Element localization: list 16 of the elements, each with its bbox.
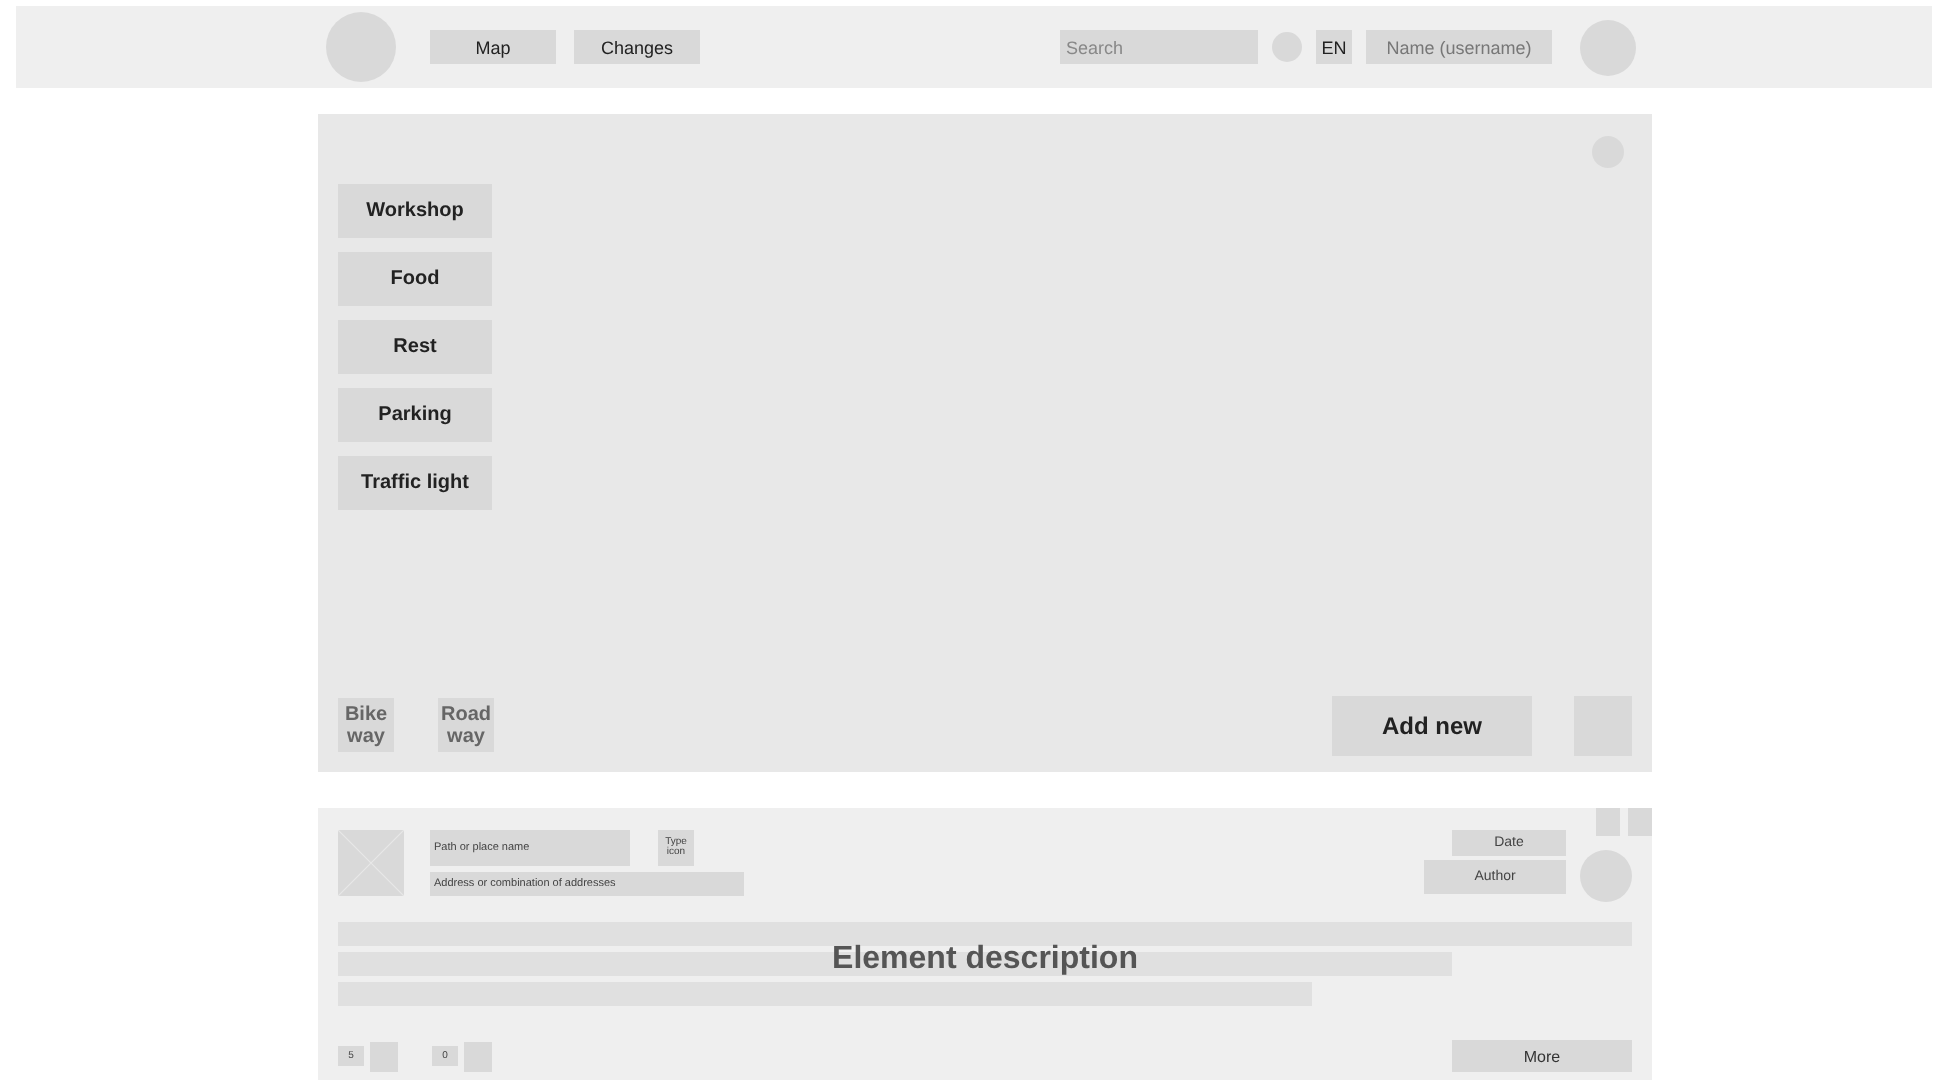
square-icon[interactable] <box>1628 808 1652 836</box>
search-field[interactable]: Search <box>1060 30 1258 64</box>
element-description: Element description <box>832 942 1138 978</box>
square-icon[interactable] <box>1596 808 1620 836</box>
layer-button[interactable]: Bike way <box>338 698 394 752</box>
category-button[interactable]: Rest <box>338 320 492 374</box>
language-button[interactable]: EN <box>1316 30 1352 64</box>
category-button[interactable]: Workshop <box>338 184 492 238</box>
category-button[interactable]: Food <box>338 252 492 306</box>
layer-button[interactable]: Road way <box>438 698 494 752</box>
add-new-button[interactable]: Add new <box>1332 696 1532 756</box>
category-button[interactable]: Traffic light <box>338 456 492 510</box>
nav-button[interactable]: Map <box>430 30 556 64</box>
category-button[interactable]: Parking <box>338 388 492 442</box>
more-button[interactable]: More <box>1452 1040 1632 1072</box>
nav-button[interactable]: Changes <box>574 30 700 64</box>
